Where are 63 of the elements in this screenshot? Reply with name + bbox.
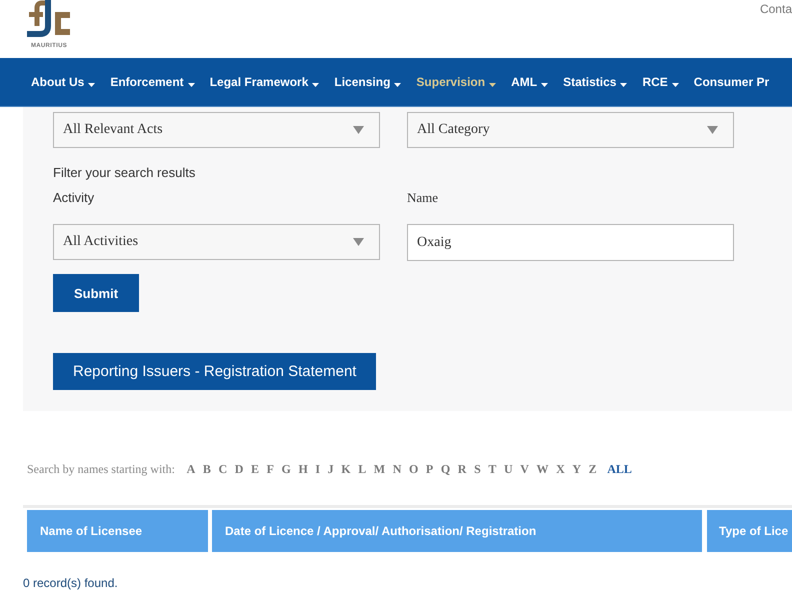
letter-link[interactable]: V [520, 462, 529, 476]
caret-icon [707, 126, 718, 134]
caret-icon [353, 238, 364, 246]
letter-link[interactable]: U [504, 462, 513, 476]
letter-link[interactable]: H [298, 462, 308, 476]
caret-icon [541, 82, 548, 86]
letter-link[interactable]: K [341, 462, 351, 476]
column-header: Type of Lice [707, 510, 792, 552]
nav-item[interactable]: AML [511, 74, 548, 90]
records-count-text: 0 record(s) found. [23, 576, 119, 590]
letter-link[interactable]: B [202, 462, 211, 476]
letter-link[interactable]: F [266, 462, 274, 476]
letter-link[interactable]: Z [588, 462, 597, 476]
filter-heading: Filter your search results [53, 166, 196, 180]
column-header: Name of Licensee [27, 510, 208, 552]
header-link[interactable]: Conta [760, 2, 792, 16]
letter-link[interactable]: A [186, 462, 196, 476]
caret-icon [312, 82, 320, 86]
nav-item[interactable]: Consumer Pr [694, 74, 770, 90]
search-by-label: Search by names starting with: [27, 462, 175, 476]
letter-link[interactable]: G [282, 462, 291, 476]
letter-link[interactable]: W [536, 462, 548, 476]
caret-icon [394, 82, 402, 86]
caret-icon [353, 126, 364, 134]
letter-link[interactable]: Q [440, 462, 450, 476]
letter-link[interactable]: C [218, 462, 228, 476]
letter-link[interactable]: R [458, 462, 466, 476]
nav-item[interactable]: Enforcement [110, 74, 195, 90]
column-header: Date of Licence / Approval/ Authorisation/ Registration [212, 510, 702, 552]
letter-link[interactable]: M [374, 462, 386, 476]
letter-link[interactable]: Y [572, 462, 582, 476]
name-field[interactable]: Oxaig [407, 224, 734, 261]
dropdown-field[interactable]: All Activities [53, 224, 380, 260]
dropdown-field[interactable]: All Category [407, 112, 734, 148]
caret-icon [188, 82, 195, 86]
logo-icon[interactable] [27, 0, 71, 38]
letter-link[interactable]: E [250, 462, 259, 476]
letter-link[interactable]: D [234, 462, 244, 476]
caret-icon [620, 82, 628, 86]
nav-item[interactable]: Supervision [416, 74, 496, 90]
nav-item[interactable]: RCE [642, 74, 679, 90]
dropdown-field[interactable]: All Relevant Acts [53, 112, 380, 148]
field-label: Activity [53, 191, 96, 205]
letter-link[interactable]: T [488, 462, 496, 476]
letter-link[interactable]: I [315, 462, 320, 476]
letter-link[interactable]: O [408, 462, 418, 476]
letter-link[interactable]: X [556, 462, 565, 476]
submit-button[interactable]: Submit [53, 274, 139, 312]
letter-link[interactable]: L [358, 462, 366, 476]
caret-icon [672, 82, 679, 86]
nav-item[interactable]: Statistics [563, 74, 628, 90]
field-label: Name [407, 191, 440, 205]
caret-icon [489, 82, 496, 86]
nav-item[interactable]: Legal Framework [210, 74, 320, 90]
letter-link[interactable]: J [328, 462, 334, 476]
nav-item[interactable]: About Us [31, 74, 96, 90]
letter-link[interactable]: ALL [607, 462, 632, 476]
letter-link[interactable]: P [426, 462, 434, 476]
caret-icon [88, 82, 96, 86]
nav-item[interactable]: Licensing [334, 74, 402, 90]
letter-link[interactable]: N [392, 462, 402, 476]
report-button[interactable]: Reporting Issuers - Registration Statement [53, 353, 376, 390]
letter-link[interactable]: S [474, 462, 481, 476]
